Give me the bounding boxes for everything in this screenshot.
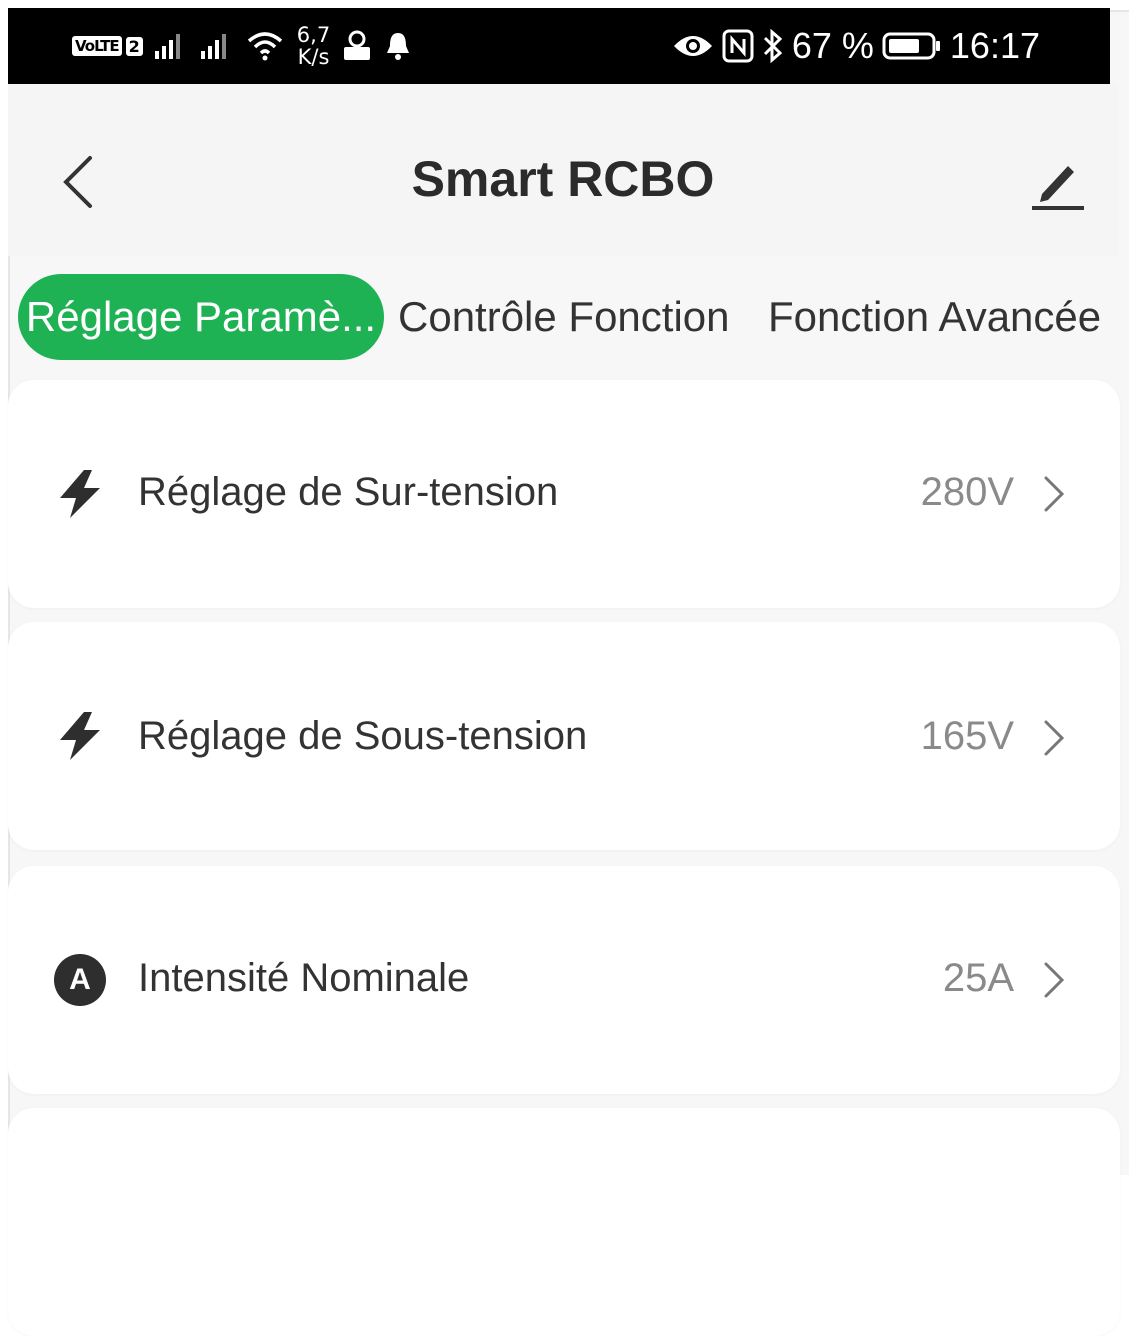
setting-label: Réglage de Sous-tension (138, 714, 588, 758)
setting-label: Intensité Nominale (138, 956, 470, 1000)
signal-icon (154, 34, 180, 59)
lightning-icon (60, 470, 100, 518)
network-speed: 6,7 K/s (297, 24, 330, 68)
setting-row-next[interactable] (8, 1108, 1120, 1336)
nfc-icon (722, 29, 754, 63)
status-bar: VoLTE 2 6,7 K/s 67 % 16:17 (8, 8, 1110, 84)
battery-icon (882, 32, 940, 60)
tab-fonction-avancee[interactable]: Fonction Avancée (768, 274, 1101, 360)
chevron-right-icon (1044, 720, 1065, 756)
setting-label: Réglage de Sur-tension (138, 470, 559, 514)
page-title: Smart RCBO (411, 151, 715, 207)
eye-icon (673, 36, 712, 56)
lightning-icon (60, 712, 100, 760)
bluetooth-icon (763, 29, 783, 63)
battery-percentage: 67 % (791, 25, 874, 66)
tab-bar: Réglage Paramè... Contrôle Fonction Fonc… (8, 266, 1118, 360)
sim-badge: 2 (125, 36, 143, 56)
setting-row-sur-tension[interactable]: Réglage de Sur-tension 280V (8, 380, 1120, 608)
chevron-right-icon (1044, 476, 1065, 512)
setting-row-sous-tension[interactable]: Réglage de Sous-tension 165V (8, 622, 1120, 850)
setting-row-intensite-nominale[interactable]: A Intensité Nominale 25A (8, 866, 1120, 1094)
speed-unit: K/s (297, 45, 330, 69)
app-notification-icon (344, 30, 371, 60)
status-right: 67 % 16:17 (672, 8, 1040, 84)
chevron-right-icon (1044, 962, 1065, 998)
tab-reglage-parametre[interactable]: Réglage Paramè... (18, 274, 384, 360)
setting-value: 280V (920, 470, 1014, 514)
volte-badge: VoLTE (72, 36, 122, 56)
speed-value: 6,7 (296, 23, 331, 47)
signal-icon-2 (200, 34, 226, 59)
bell-icon (387, 33, 410, 60)
status-left: VoLTE 2 6,7 K/s (72, 8, 412, 84)
edit-pencil-icon[interactable] (1028, 154, 1088, 214)
clock: 16:17 (949, 25, 1040, 66)
ampere-icon: A (54, 954, 106, 1006)
tab-controle-fonction[interactable]: Contrôle Fonction (398, 274, 730, 360)
app-header: Smart RCBO (8, 84, 1118, 256)
setting-value: 165V (920, 714, 1014, 758)
setting-value: 25A (942, 956, 1014, 1000)
wifi-icon (247, 32, 282, 61)
